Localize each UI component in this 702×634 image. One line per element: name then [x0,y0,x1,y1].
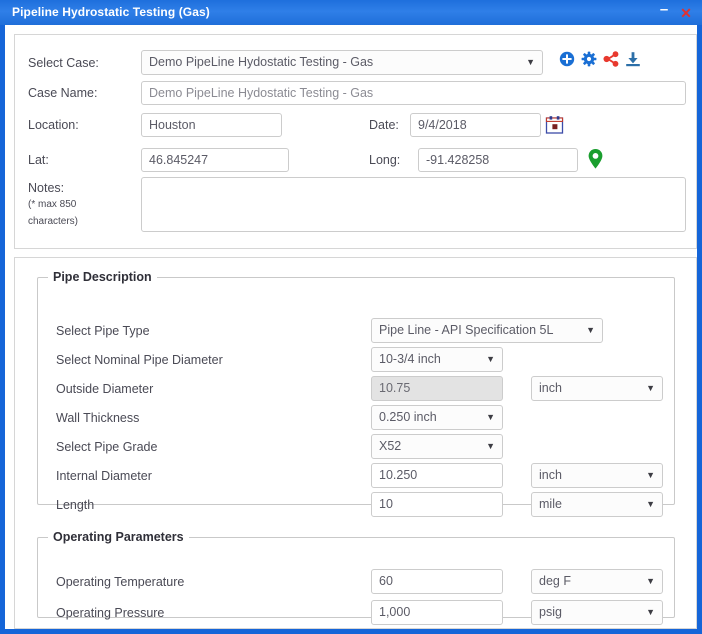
download-icon[interactable] [625,51,641,67]
notes-hint-line2: characters) [28,216,79,227]
date-input[interactable]: 9/4/2018 [410,113,541,137]
outside-diameter-input: 10.75 [371,376,503,401]
pipe-and-operating-panel: Pipe Description Select Pipe Type Pipe L… [14,257,697,629]
operating-row-label-1: Operating Pressure [56,606,165,620]
notes-hint-line1: (* max 850 [28,199,77,210]
map-pin-icon[interactable] [587,148,604,170]
case-name-label: Case Name: [28,86,98,100]
length-unit-value: mile [539,497,562,511]
operating-pressure-unit-dropdown[interactable]: psig ▼ [531,600,663,625]
chevron-down-icon: ▼ [646,607,655,617]
lat-input[interactable]: 46.845247 [141,148,289,172]
window-title: Pipeline Hydrostatic Testing (Gas) [12,5,210,19]
outside-diameter-unit-dropdown[interactable]: inch ▼ [531,376,663,401]
pipe-row-label-4: Select Pipe Grade [56,440,158,454]
share-icon[interactable] [603,51,619,67]
wall-thickness-dropdown[interactable]: 0.250 inch ▼ [371,405,503,430]
operating-temperature-unit-value: deg F [539,574,571,588]
chevron-down-icon: ▼ [646,470,655,480]
lat-label: Lat: [28,153,49,167]
select-pipe-type-dropdown[interactable]: Pipe Line - API Specification 5L ▼ [371,318,603,343]
chevron-down-icon: ▼ [486,354,495,364]
length-unit-dropdown[interactable]: mile ▼ [531,492,663,517]
select-case-value: Demo PipeLine Hydostatic Testing - Gas [149,55,374,69]
pipe-row-label-5: Internal Diameter [56,469,152,483]
window-titlebar: Pipeline Hydrostatic Testing (Gas) – ✕ [0,0,702,25]
long-label: Long: [369,153,401,167]
select-nominal-diameter-value: 10-3/4 inch [379,352,441,366]
chevron-down-icon: ▼ [646,576,655,586]
chevron-down-icon: ▼ [646,383,655,393]
outside-diameter-unit-value: inch [539,381,562,395]
operating-pressure-input[interactable]: 1,000 [371,600,503,625]
pipe-description-legend: Pipe Description [48,270,157,284]
operating-pressure-unit-value: psig [539,605,562,619]
case-information-panel: Select Case: Demo PipeLine Hydostatic Te… [14,34,697,249]
select-pipe-type-value: Pipe Line - API Specification 5L [379,323,554,337]
select-case-dropdown[interactable]: Demo PipeLine Hydostatic Testing - Gas ▼ [141,50,543,75]
length-input[interactable]: 10 [371,492,503,517]
chevron-down-icon: ▼ [586,325,595,335]
pipe-row-label-1: Select Nominal Pipe Diameter [56,353,223,367]
internal-diameter-unit-dropdown[interactable]: inch ▼ [531,463,663,488]
select-nominal-diameter-dropdown[interactable]: 10-3/4 inch ▼ [371,347,503,372]
window-content: Select Case: Demo PipeLine Hydostatic Te… [5,25,697,629]
operating-row-label-0: Operating Temperature [56,575,185,589]
operating-temperature-input[interactable]: 60 [371,569,503,594]
application-window: Pipeline Hydrostatic Testing (Gas) – ✕ S… [0,0,702,634]
chevron-down-icon: ▼ [486,412,495,422]
chevron-down-icon: ▼ [486,441,495,451]
gear-icon[interactable] [581,51,597,67]
calendar-icon[interactable] [545,115,564,135]
wall-thickness-value: 0.250 inch [379,410,437,424]
pipe-row-label-3: Wall Thickness [56,411,140,425]
select-pipe-grade-dropdown[interactable]: X52 ▼ [371,434,503,459]
close-button[interactable]: ✕ [678,5,694,21]
notes-label: Notes: [28,181,65,195]
notes-textarea[interactable] [141,177,686,232]
chevron-down-icon: ▼ [526,57,535,67]
date-label: Date: [369,118,399,132]
pipe-row-label-0: Select Pipe Type [56,324,150,338]
internal-diameter-unit-value: inch [539,468,562,482]
minimize-button[interactable]: – [656,2,672,21]
pipe-row-label-6: Length [56,498,95,512]
long-input[interactable]: -91.428258 [418,148,578,172]
pipe-row-label-2: Outside Diameter [56,382,154,396]
operating-parameters-legend: Operating Parameters [48,530,189,544]
case-name-input[interactable]: Demo PipeLine Hydostatic Testing - Gas [141,81,686,105]
location-input[interactable]: Houston [141,113,282,137]
internal-diameter-input[interactable]: 10.250 [371,463,503,488]
location-label: Location: [28,118,79,132]
add-circle-icon[interactable] [559,51,575,67]
chevron-down-icon: ▼ [646,499,655,509]
select-case-label: Select Case: [28,56,99,70]
select-pipe-grade-value: X52 [379,439,402,453]
operating-temperature-unit-dropdown[interactable]: deg F ▼ [531,569,663,594]
